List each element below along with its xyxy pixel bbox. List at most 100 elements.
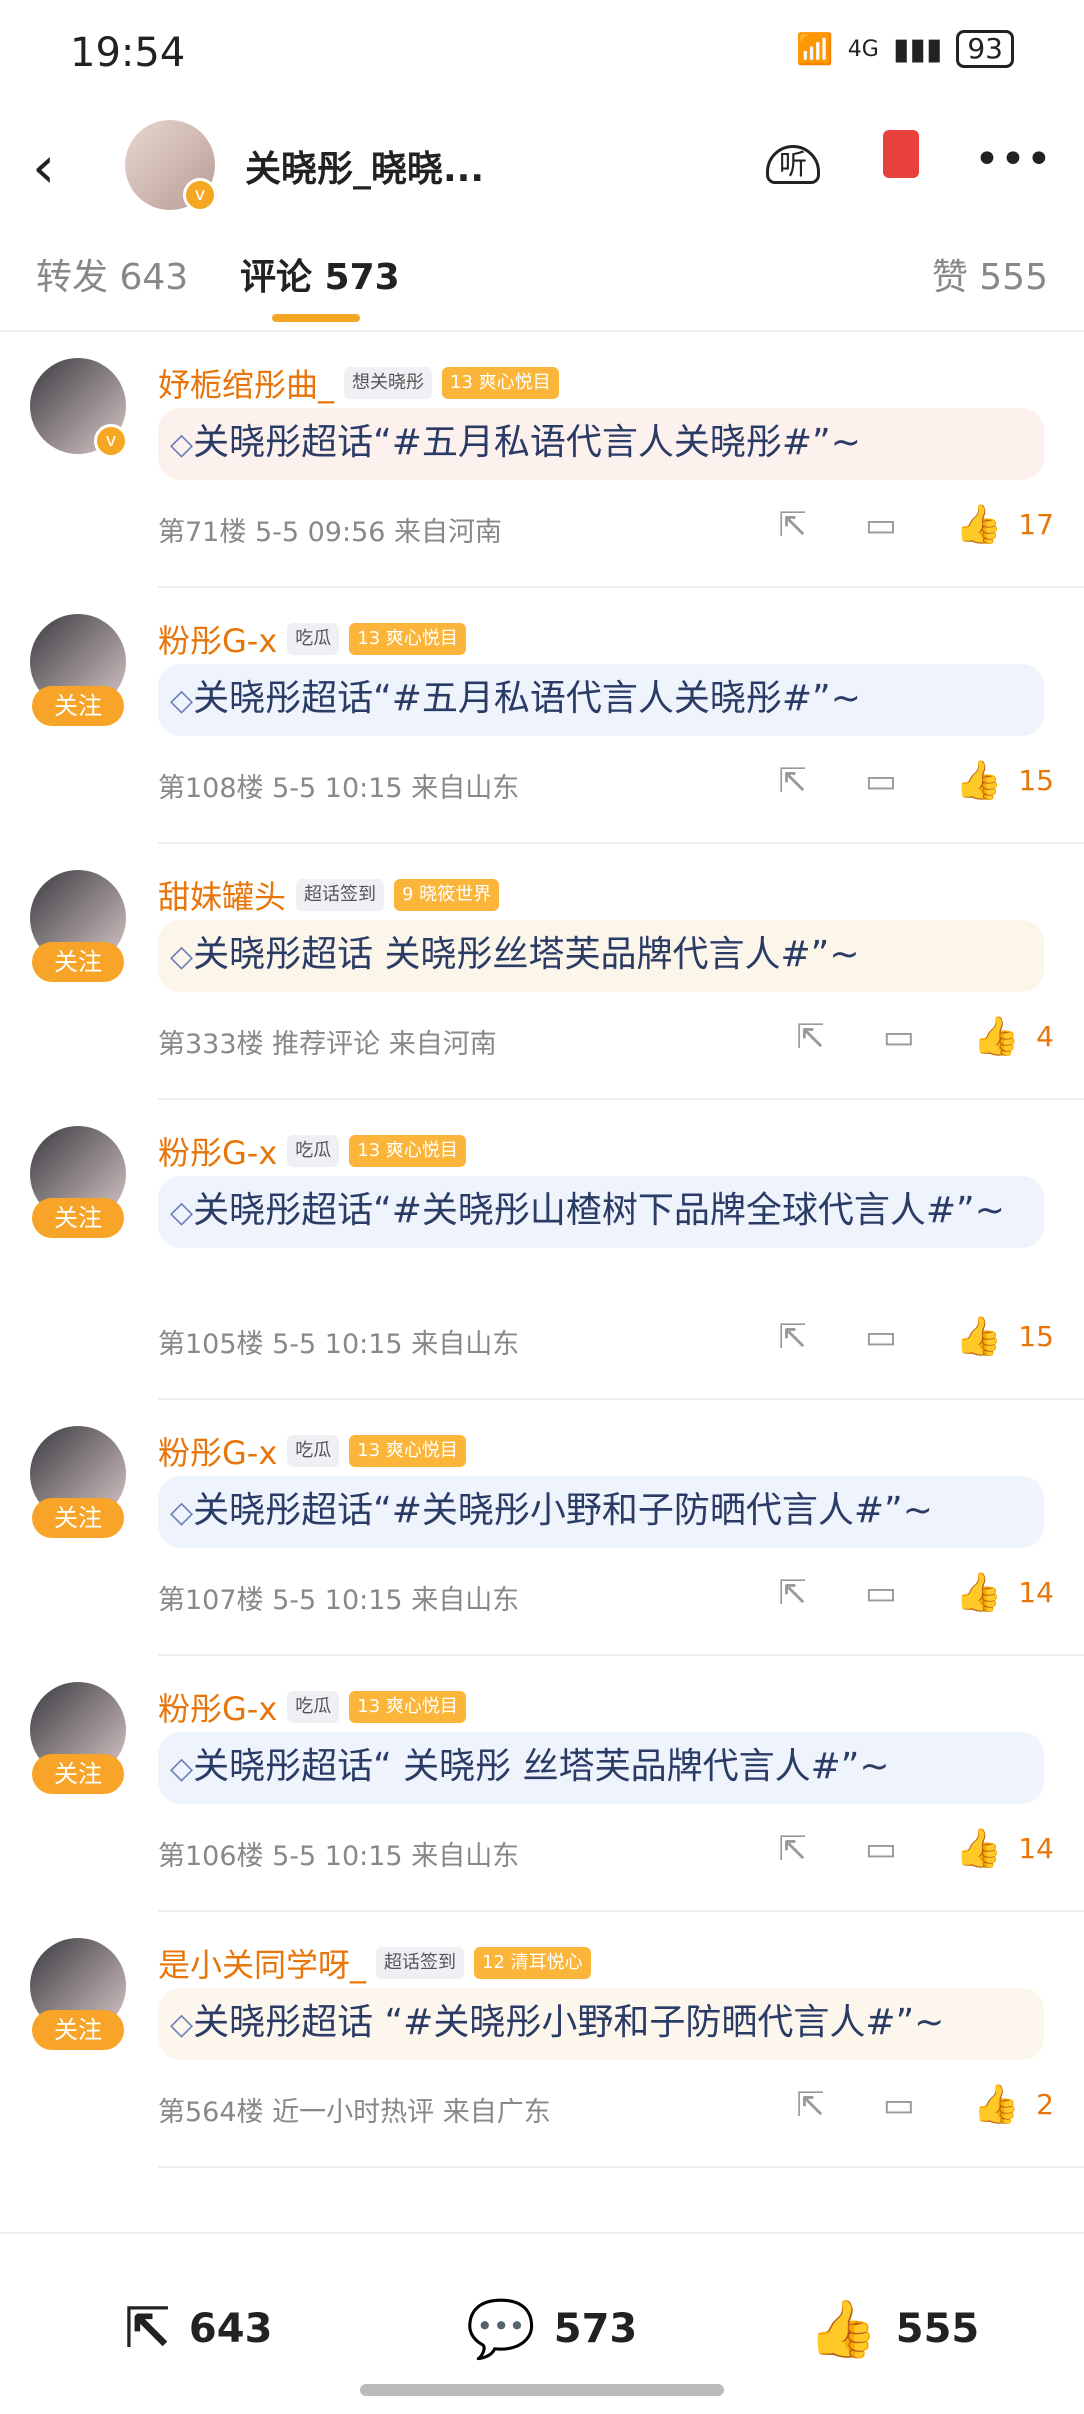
bottom-action-bar: ⇱ 643 💬 573 👍 555 [0, 2232, 1084, 2414]
comment-bubble[interactable]: ◇关晓彤超话“#五月私语代言人关晓彤#”~ [158, 408, 1044, 480]
commenter-name[interactable]: 粉彤G-x [158, 1684, 277, 1730]
comment-like-button[interactable]: 👍 2 [973, 2082, 1054, 2127]
comment-like-button[interactable]: 👍 15 [955, 758, 1054, 803]
comment-bubble[interactable]: ◇关晓彤超话“#关晓彤小野和子防晒代言人#”~ [158, 1476, 1044, 1548]
page-title[interactable]: 关晓彤_晓晓... [245, 140, 484, 192]
user-badge: 13 爽心悦目 [349, 623, 466, 655]
thumb-up-icon: 👍 [955, 1314, 1003, 1358]
share-icon[interactable]: ⇱ [778, 505, 807, 545]
repost-button[interactable]: ⇱ 643 [124, 2296, 272, 2361]
thumb-up-icon: 👍 [808, 2297, 878, 2362]
comment-like-count: 14 [1018, 1832, 1054, 1865]
reply-icon[interactable]: ▭ [883, 1017, 915, 1057]
comment-like-button[interactable]: 👍 4 [973, 1014, 1054, 1059]
comment-item[interactable]: 关注 甜妹罐头 超话签到 9 晓筱世界 ◇关晓彤超话 关晓彤丝塔芙品牌代言人#”~ 第33… [0, 844, 1084, 1100]
comment-like-button[interactable]: 👍 14 [955, 1826, 1054, 1871]
comment-item[interactable]: 关注 是小关同学呀_ 超话签到 12 清耳悦心 ◇关晓彤超话 “#关晓彤小野和子防晒代言… [0, 1912, 1084, 2168]
red-packet-button[interactable] [866, 130, 936, 189]
tab-likes[interactable]: 赞 555 [932, 248, 1048, 300]
comment-item[interactable]: 关注 粉彤G-x 吃瓜 13 爽心悦目 ◇关晓彤超话“#关晓彤小野和子防晒代言人#”~ 第… [0, 1400, 1084, 1656]
comment-meta: 第564楼 近一小时热评 来自广东 [158, 2097, 551, 2128]
diamond-icon: ◇ [170, 683, 194, 718]
commenter-name[interactable]: 是小关同学呀_ [158, 1940, 366, 1986]
comment-like-count: 4 [1036, 1020, 1054, 1053]
user-badge: 吃瓜 [287, 1435, 340, 1467]
like-button[interactable]: 👍 555 [808, 2296, 979, 2362]
comment-meta: 第106楼 5-5 10:15 来自山东 [158, 1841, 520, 1872]
comment-meta: 第333楼 推荐评论 来自河南 [158, 1029, 497, 1060]
comment-bubble[interactable]: ◇关晓彤超话 “#关晓彤小野和子防晒代言人#”~ [158, 1988, 1044, 2060]
comment-item[interactable]: 关注 粉彤G-x 吃瓜 13 爽心悦目 ◇关晓彤超话“ 关晓彤 丝塔芙品牌代言人#”~ 第… [0, 1656, 1084, 1912]
reply-icon[interactable]: ▭ [865, 1573, 897, 1613]
commenter-name-row: 是小关同学呀_ 超话签到 12 清耳悦心 [158, 1940, 591, 1986]
follow-button[interactable]: 关注 [32, 1754, 124, 1794]
wifi-icon: 📶 [796, 31, 834, 67]
listen-button[interactable]: 听 [758, 134, 828, 185]
follow-button[interactable]: 关注 [32, 686, 124, 726]
commenter-name[interactable]: 粉彤G-x [158, 616, 277, 662]
user-badge: 12 清耳悦心 [474, 1947, 591, 1979]
commenter-name[interactable]: 妤栀绾彤曲_ [158, 360, 334, 406]
comment-bubble[interactable]: ◇关晓彤超话“#关晓彤山楂树下品牌全球代言人#”~ [158, 1176, 1044, 1248]
comment-like-button[interactable]: 👍 15 [955, 1314, 1054, 1359]
tab-repost[interactable]: 转发 643 [36, 248, 188, 300]
share-icon[interactable]: ⇱ [778, 761, 807, 801]
verified-badge-icon: v [183, 178, 217, 212]
follow-button[interactable]: 关注 [32, 942, 124, 982]
comment-meta: 第107楼 5-5 10:15 来自山东 [158, 1585, 520, 1616]
user-badge: 13 爽心悦目 [349, 1435, 466, 1467]
comment-actions: ⇱ ▭ 👍 15 [778, 758, 1054, 803]
comment-actions: ⇱ ▭ 👍 14 [778, 1570, 1054, 1615]
more-icon[interactable]: ••• [974, 134, 1052, 185]
comment-item[interactable]: 关注 粉彤G-x 吃瓜 13 爽心悦目 ◇关晓彤超话“#五月私语代言人关晓彤#”~ 第10… [0, 588, 1084, 844]
tab-indicator [272, 314, 360, 322]
tab-comments[interactable]: 评论 573 [240, 248, 400, 300]
reply-icon[interactable]: ▭ [865, 1829, 897, 1869]
commenter-name[interactable]: 甜妹罐头 [158, 872, 286, 918]
reply-icon[interactable]: ▭ [865, 761, 897, 801]
comment-actions: ⇱ ▭ 👍 2 [796, 2082, 1054, 2127]
back-icon[interactable]: ‹ [32, 138, 55, 196]
battery-indicator: 93 [956, 30, 1014, 68]
reply-icon[interactable]: ▭ [883, 2085, 915, 2125]
share-icon[interactable]: ⇱ [796, 1017, 825, 1057]
comment-text: 关晓彤超话 “#关晓彤小野和子防晒代言人#”~ [193, 2002, 945, 2043]
share-icon[interactable]: ⇱ [778, 1829, 807, 1869]
commenter-name-row: 粉彤G-x 吃瓜 13 爽心悦目 [158, 1128, 466, 1174]
reply-icon[interactable]: ▭ [865, 1317, 897, 1357]
follow-button[interactable]: 关注 [32, 2010, 124, 2050]
comment-bubble[interactable]: ◇关晓彤超话“#五月私语代言人关晓彤#”~ [158, 664, 1044, 736]
comment-actions: ⇱ ▭ 👍 14 [778, 1826, 1054, 1871]
like-count: 555 [895, 2306, 980, 2352]
user-badge: 吃瓜 [287, 1135, 340, 1167]
comment-item[interactable]: 关注 粉彤G-x 吃瓜 13 爽心悦目 ◇关晓彤超话“#关晓彤山楂树下品牌全球代言人#”… [0, 1100, 1084, 1400]
comment-count: 573 [553, 2306, 638, 2352]
home-indicator [360, 2384, 724, 2396]
comment-like-count: 2 [1036, 2088, 1054, 2121]
comment-like-button[interactable]: 👍 17 [955, 502, 1054, 547]
share-icon[interactable]: ⇱ [796, 2085, 825, 2125]
profile-avatar[interactable]: v [125, 120, 217, 212]
comment-bubble[interactable]: ◇关晓彤超话 关晓彤丝塔芙品牌代言人#”~ [158, 920, 1044, 992]
comment-button[interactable]: 💬 573 [466, 2296, 637, 2362]
commenter-name[interactable]: 粉彤G-x [158, 1128, 277, 1174]
share-icon[interactable]: ⇱ [778, 1573, 807, 1613]
comment-like-count: 15 [1018, 764, 1054, 797]
comment-like-count: 17 [1018, 508, 1054, 541]
reply-icon[interactable]: ▭ [865, 505, 897, 545]
comment-meta: 第105楼 5-5 10:15 来自山东 [158, 1329, 520, 1360]
user-badge: 吃瓜 [287, 623, 340, 655]
comment-like-count: 15 [1018, 1320, 1054, 1353]
follow-button[interactable]: 关注 [32, 1498, 124, 1538]
commenter-name[interactable]: 粉彤G-x [158, 1428, 277, 1474]
share-icon[interactable]: ⇱ [778, 1317, 807, 1357]
comment-bubble[interactable]: ◇关晓彤超话“ 关晓彤 丝塔芙品牌代言人#”~ [158, 1732, 1044, 1804]
follow-button[interactable]: 关注 [32, 1198, 124, 1238]
user-badge: 13 爽心悦目 [349, 1691, 466, 1723]
thumb-up-icon: 👍 [972, 1014, 1021, 1058]
comment-item[interactable]: v 妤栀绾彤曲_ 想关晓彤 13 爽心悦目 ◇关晓彤超话“#五月私语代言人关晓彤#”~ 第… [0, 332, 1084, 588]
status-icons: 📶 4G ▮▮▮ 93 [796, 30, 1014, 68]
tab-bar: 转发 643 评论 573 赞 555 [0, 220, 1084, 332]
comment-like-button[interactable]: 👍 14 [955, 1570, 1054, 1615]
thumb-up-icon: 👍 [955, 1570, 1003, 1614]
